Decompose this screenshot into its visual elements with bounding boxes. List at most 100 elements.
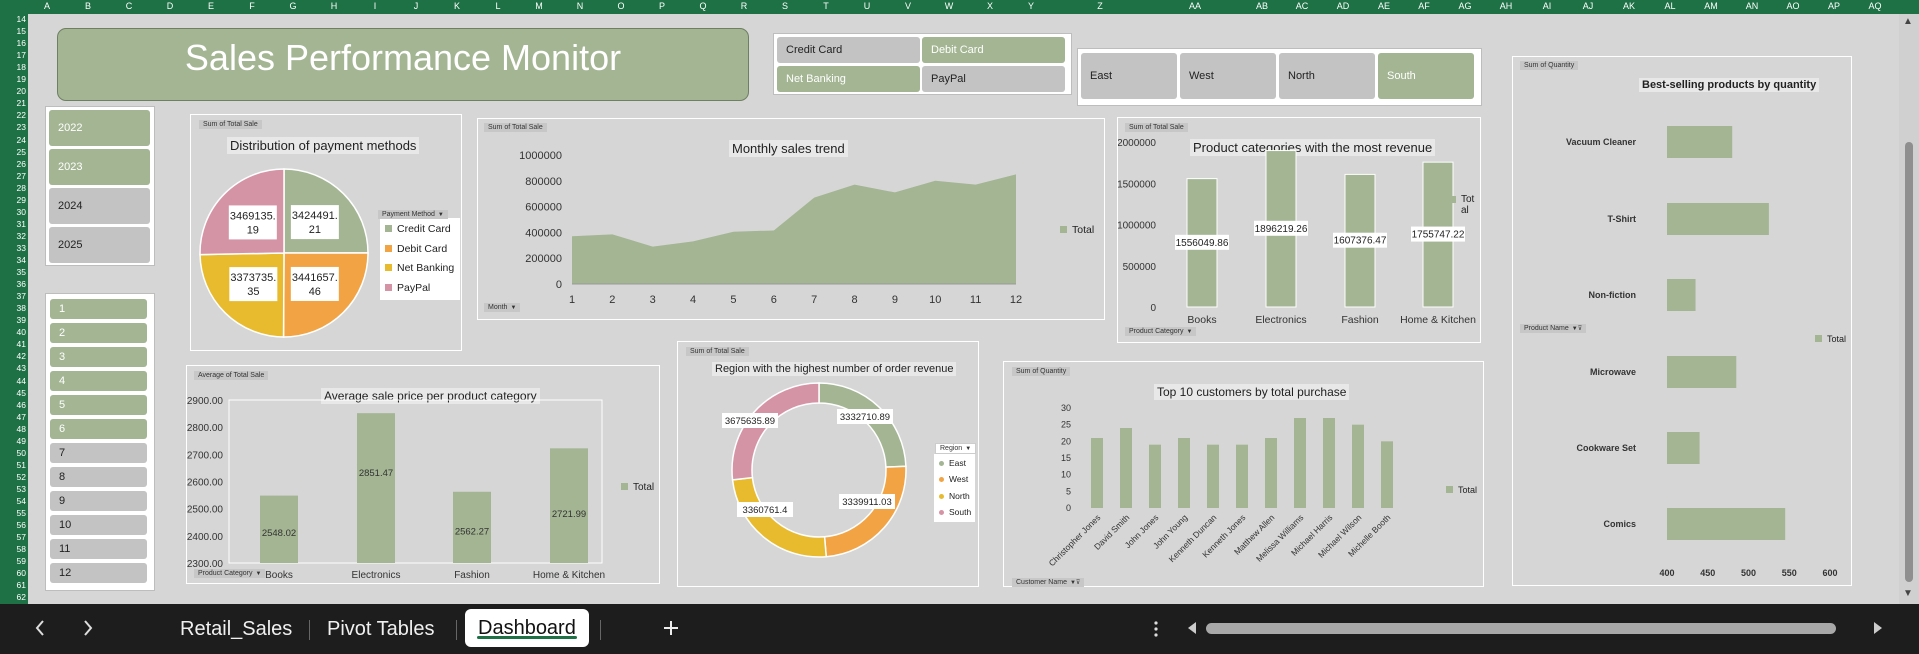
month-slicer-item[interactable]: 2 [50,323,147,343]
column-header[interactable]: AC [1292,1,1312,11]
row-header[interactable]: 29 [0,195,26,205]
column-header[interactable]: AN [1742,1,1762,11]
column-header[interactable]: AK [1619,1,1639,11]
row-header[interactable]: 39 [0,315,26,325]
row-header[interactable]: 48 [0,424,26,434]
horizontal-scroll-thumb[interactable] [1206,623,1836,634]
column-header[interactable]: O [611,1,631,11]
column-header[interactable]: AD [1333,1,1353,11]
column-header[interactable]: AO [1783,1,1803,11]
scroll-down-icon[interactable]: ▼ [1903,588,1913,599]
year-slicer-item[interactable]: 2022 [49,110,150,146]
monthly-trend-chart[interactable]: Sum of Total Sale Monthly sales trend 10… [477,118,1105,320]
column-header[interactable]: T [816,1,836,11]
row-header[interactable]: 23 [0,122,26,132]
customer-filter-tag[interactable]: Customer Name ▼⊽ [1012,578,1085,587]
column-header[interactable]: A [37,1,57,11]
column-header[interactable]: AF [1414,1,1434,11]
row-header[interactable]: 31 [0,219,26,229]
column-header[interactable]: D [160,1,180,11]
sheet-tab-retail-sales[interactable]: Retail_Sales [180,618,292,641]
column-header[interactable]: I [365,1,385,11]
month-slicer-item[interactable]: 6 [50,419,147,439]
row-header[interactable]: 37 [0,291,26,301]
month-slicer-item[interactable]: 9 [50,491,147,511]
column-header[interactable]: X [980,1,1000,11]
region-slicer-item[interactable]: South [1378,53,1474,99]
plus-icon[interactable] [662,619,680,637]
row-header[interactable]: 61 [0,580,26,590]
column-header[interactable]: N [570,1,590,11]
payment-slicer-item[interactable]: Net Banking [777,66,920,92]
column-header[interactable]: G [283,1,303,11]
row-header[interactable]: 41 [0,339,26,349]
month-slicer-item[interactable]: 8 [50,467,147,487]
row-header[interactable]: 60 [0,568,26,578]
column-header[interactable]: E [201,1,221,11]
month-slicer-item[interactable]: 11 [50,539,147,559]
row-header[interactable]: 54 [0,496,26,506]
year-slicer-item[interactable]: 2023 [49,149,150,185]
row-header[interactable]: 55 [0,508,26,518]
sheet-tab-pivot-tables[interactable]: Pivot Tables [327,618,434,641]
month-filter-tag[interactable]: Month ▼ [484,303,521,312]
column-header[interactable]: F [242,1,262,11]
row-header[interactable]: 38 [0,303,26,313]
sheet-tab-dashboard[interactable]: Dashboard [465,609,589,647]
best-selling-chart[interactable]: Sum of Quantity Best-selling products by… [1512,56,1852,586]
vertical-scrollbar[interactable]: ▲ ▼ [1899,14,1919,604]
row-header[interactable]: 58 [0,544,26,554]
row-header[interactable]: 40 [0,327,26,337]
row-header[interactable]: 52 [0,472,26,482]
row-header[interactable]: 62 [0,592,26,602]
payment-slicer-item[interactable]: Credit Card [777,37,920,63]
column-header[interactable]: R [734,1,754,11]
column-header[interactable]: AA [1185,1,1205,11]
more-vertical-icon[interactable] [1153,619,1159,639]
row-header[interactable]: 21 [0,98,26,108]
row-header[interactable]: 43 [0,363,26,373]
region-legend-tag[interactable]: Region ▼ [935,443,977,454]
row-header[interactable]: 56 [0,520,26,530]
row-header[interactable]: 26 [0,159,26,169]
row-header[interactable]: 47 [0,412,26,422]
product-filter-tag[interactable]: Product Name ▼⊽ [1520,324,1587,333]
row-header[interactable]: 34 [0,255,26,265]
scroll-up-icon[interactable]: ▲ [1903,16,1913,27]
row-header[interactable]: 16 [0,38,26,48]
legend-filter-tag[interactable]: Payment Method ▼ [378,210,448,219]
row-header[interactable]: 59 [0,556,26,566]
month-slicer-item[interactable]: 4 [50,371,147,391]
column-header[interactable]: AB [1252,1,1272,11]
payment-slicer-item[interactable]: Debit Card [922,37,1065,63]
column-header[interactable]: L [488,1,508,11]
row-header[interactable]: 27 [0,171,26,181]
column-header[interactable]: K [447,1,467,11]
column-header[interactable]: J [406,1,426,11]
row-header[interactable]: 46 [0,400,26,410]
column-header[interactable]: H [324,1,344,11]
row-header[interactable]: 32 [0,231,26,241]
month-slicer-item[interactable]: 5 [50,395,147,415]
row-header[interactable]: 33 [0,243,26,253]
column-header[interactable]: AM [1701,1,1721,11]
row-header[interactable]: 22 [0,110,26,120]
column-header[interactable]: M [529,1,549,11]
month-slicer-item[interactable]: 10 [50,515,147,535]
row-header[interactable]: 15 [0,26,26,36]
month-slicer-item[interactable]: 1 [50,299,147,319]
vertical-scroll-thumb[interactable] [1905,142,1913,582]
region-slicer-item[interactable]: East [1081,53,1177,99]
year-slicer-item[interactable]: 2024 [49,188,150,224]
scroll-left-icon[interactable] [1186,621,1198,635]
month-slicer-item[interactable]: 12 [50,563,147,583]
row-header[interactable]: 25 [0,147,26,157]
month-slicer-item[interactable]: 3 [50,347,147,367]
row-header[interactable]: 51 [0,460,26,470]
row-header[interactable]: 53 [0,484,26,494]
payment-pie-chart[interactable]: Sum of Total Sale Distribution of paymen… [190,114,462,351]
column-header[interactable]: V [898,1,918,11]
column-header[interactable]: AJ [1578,1,1598,11]
column-header[interactable]: AI [1537,1,1557,11]
category-filter-tag[interactable]: Product Category ▼ [194,569,266,578]
